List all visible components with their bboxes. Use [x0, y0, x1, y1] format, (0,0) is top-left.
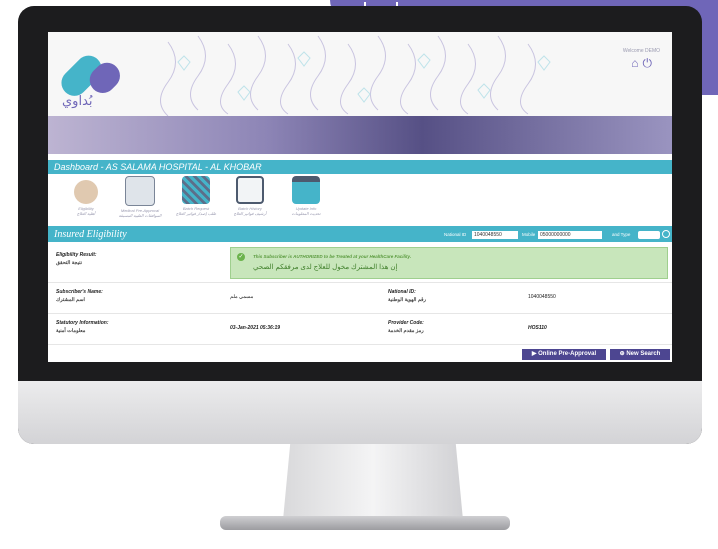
new-search-label: New Search [626, 351, 661, 357]
module-toolbar: Eligibility أهلية العلاج Medical Pre-App… [48, 174, 672, 228]
new-search-button[interactable]: ⊕ New Search [610, 349, 670, 360]
authorized-alert: ✓ This Subscriber is AUTHORIZED to be Tr… [230, 247, 668, 279]
online-preapproval-label: Online Pre-Approval [538, 351, 597, 357]
detail-row: Statutory Information: معلومات أمنية 03-… [48, 314, 672, 345]
national-id-value: 1040048550 [528, 294, 556, 300]
tool-label-ar: الموافقات الطبية المسبقة [118, 213, 162, 218]
header-pattern [160, 35, 551, 116]
users-icon [74, 180, 98, 204]
monitor-frame: بُداوي Welcome DEMO ⌂⏻ Dashboard - AS SA… [18, 6, 702, 444]
eligibility-bar: Insured Eligibility National ID Mobile a… [48, 228, 672, 242]
national-id-field-label: National ID: رقم الهوية الوطنية [388, 289, 426, 303]
header-actions: ⌂⏻ [631, 56, 656, 71]
result-row: Eligibility Result: نتيجة التحقق ✓ This … [48, 244, 672, 283]
tool-label-ar: طلب إصدار فواتير العلاج [175, 211, 217, 216]
subscriber-name-label: Subscriber's Name: اسم المشترك [56, 289, 103, 303]
tool-label-ar: أهلية العلاج [76, 211, 96, 216]
search-link-icon[interactable] [662, 230, 670, 238]
national-id-input[interactable] [472, 231, 518, 239]
result-label: Eligibility Result: نتيجة التحقق [56, 252, 97, 266]
sync-window-icon [292, 176, 320, 204]
mobile-input[interactable] [538, 231, 602, 239]
online-preapproval-button[interactable]: ▶ Online Pre-Approval [522, 349, 606, 360]
header-banner [48, 116, 672, 154]
provider-code-label: Provider Code: رمز مقدم الخدمة [388, 320, 424, 334]
list-icon [236, 176, 264, 204]
tool-label-ar: أرشيف فواتير العلاج [233, 211, 267, 216]
authorized-message-ar: إن هذا المشترك مخول للعلاج لدى مرفقكم ال… [253, 264, 398, 271]
type-label: and Type [612, 232, 631, 237]
mobile-label: Mobile [522, 232, 536, 237]
tool-label-ar: تحديث المعلومات [291, 211, 321, 216]
app-header: بُداوي Welcome DEMO ⌂⏻ [48, 32, 672, 116]
tool-batch-request[interactable]: Batch Request طلب إصدار فواتير العلاج [168, 176, 224, 216]
subscriber-name-value: مسمي ملم [230, 294, 254, 300]
tool-batch-history[interactable]: Batch History أرشيف فواتير العلاج [222, 176, 278, 216]
app-screen: بُداوي Welcome DEMO ⌂⏻ Dashboard - AS SA… [48, 32, 672, 362]
eligibility-title: Insured Eligibility [54, 229, 127, 240]
detail-row: Subscriber's Name: اسم المشترك مسمي ملم … [48, 283, 672, 314]
tool-update-info[interactable]: Update Info تحديث المعلومات [278, 176, 334, 216]
check-circle-icon: ✓ [237, 253, 245, 261]
national-id-label: National ID [444, 232, 467, 237]
type-select[interactable] [638, 231, 660, 239]
authorized-message: This Subscriber is AUTHORIZED to be Trea… [253, 254, 412, 259]
qrcode-icon [182, 176, 210, 204]
tool-medical-preapproval[interactable]: Medical Pre-Approval الموافقات الطبية ال… [112, 176, 168, 218]
monitor-stand-neck [283, 444, 463, 520]
logo-wordmark: بُداوي [62, 94, 93, 109]
checklist-icon [125, 176, 155, 206]
dashboard-title: Dashboard - AS SALAMA HOSPITAL - AL KHOB… [48, 160, 672, 174]
tool-eligibility[interactable]: Eligibility أهلية العلاج [58, 176, 114, 216]
monitor-chin [18, 381, 702, 444]
monitor-stand-foot [220, 516, 510, 530]
welcome-text: Welcome DEMO [622, 48, 660, 54]
statutory-label: Statutory Information: معلومات أمنية [56, 320, 109, 334]
home-icon[interactable]: ⌂ [631, 56, 642, 70]
statutory-value: 03-Jan-2021 05:36:19 [230, 325, 281, 331]
power-icon[interactable]: ⏻ [643, 56, 657, 70]
provider-code-value: HOS110 [528, 325, 547, 331]
